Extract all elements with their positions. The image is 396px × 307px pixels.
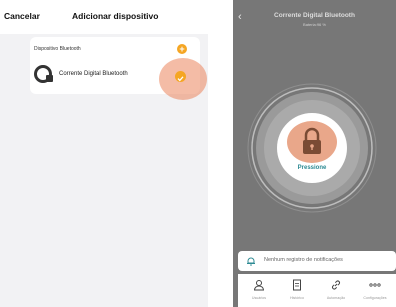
link-icon	[332, 280, 340, 290]
padlock-icon	[303, 127, 321, 154]
more-dots-icon	[369, 283, 381, 287]
bottom-tab-bar: Usuários Histórico Automação Configuraçõ…	[238, 274, 396, 307]
tab-configuracoes[interactable]: Configurações	[356, 274, 394, 307]
checkmark-icon[interactable]	[175, 71, 186, 82]
lock-toggle-button[interactable]: Pressione	[277, 113, 347, 183]
tab-label: Automação	[326, 296, 346, 300]
cancel-button[interactable]: Cancelar	[4, 11, 40, 21]
user-icon	[253, 280, 265, 291]
notification-text: Nenhum registro de notificações	[264, 257, 343, 263]
tab-label: Histórico	[290, 296, 304, 300]
header-bar: Cancelar Adicionar dispositivo	[0, 0, 208, 34]
tab-label: Configurações	[363, 296, 387, 300]
bell-icon	[247, 257, 255, 266]
tab-automacao[interactable]: Automação	[317, 274, 355, 307]
lock-icon-circle	[287, 121, 337, 163]
lock-control-screen: ‹ Corrente Digital Bluetooth Bateria:96 …	[233, 0, 396, 307]
document-icon	[293, 279, 301, 291]
bluetooth-lock-icon	[34, 65, 53, 83]
notification-bar[interactable]: Nenhum registro de notificações	[238, 251, 396, 271]
tab-label: Usuários	[251, 296, 267, 300]
press-label: Pressione	[297, 165, 327, 171]
add-device-screen: Cancelar Adicionar dispositivo Dispositi…	[0, 0, 208, 307]
section-label: Dispositivo Bluetooth	[34, 46, 81, 52]
tab-historico[interactable]: Histórico	[278, 274, 316, 307]
device-name: Corrente Digital Bluetooth	[59, 71, 128, 77]
tab-usuarios[interactable]: Usuários	[240, 274, 278, 307]
page-title: Adicionar dispositivo	[72, 11, 159, 21]
plus-icon[interactable]: +	[177, 44, 187, 54]
